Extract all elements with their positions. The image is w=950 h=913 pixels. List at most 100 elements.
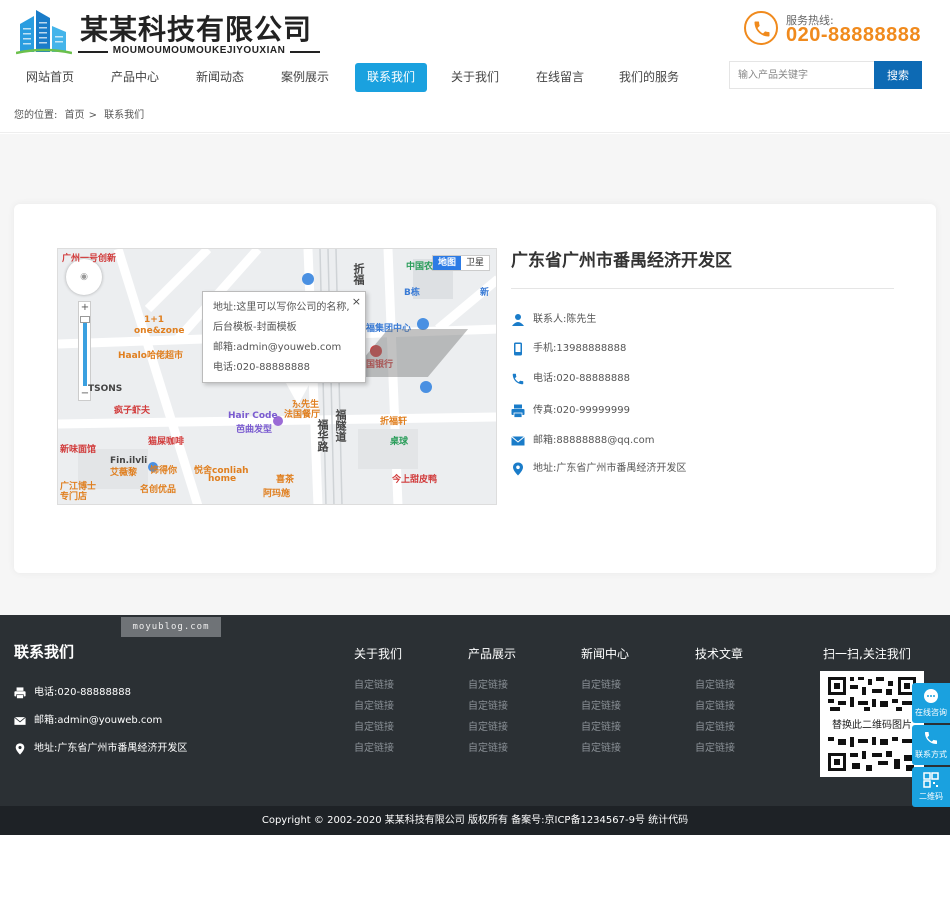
qr-code-icon [828,737,914,771]
popup-phone: 电话:020-88888888 [213,362,310,373]
footer-column-title[interactable]: 技术文章 [695,645,795,675]
map-poi-label: 新味面馆 [60,445,97,455]
footer-link[interactable]: 自定链接 [695,675,795,696]
footer-link[interactable]: 自定链接 [581,675,681,696]
float-contact-label: 联系方式 [915,750,947,759]
map-poi-label: 今上甜皮鸭 [392,475,438,485]
nav-item-contact[interactable]: 联系我们 [355,63,427,92]
footer-link[interactable]: 自定链接 [354,717,454,738]
service-hotline: 服务热线: 020-88888888 [744,10,934,50]
site-header: 某某科技有限公司 MOUMOUMOUMOUKEJIYOUXIAN 服务热线: 0… [0,0,950,100]
contact-title: 广东省广州市番禺经济开发区 [511,244,894,289]
site-logo[interactable]: 某某科技有限公司 MOUMOUMOUMOUKEJIYOUXIAN [16,6,326,60]
search-button[interactable]: 搜索 [874,61,922,89]
footer-link[interactable]: 自定链接 [468,738,568,759]
footer-link[interactable]: 自定链接 [354,675,454,696]
footer-link[interactable]: 自定链接 [695,696,795,717]
breadcrumb-home-link[interactable]: 首页 [65,110,85,121]
building-logo-icon [16,10,72,55]
copyright-bar: Copyright © 2002-2020 某某科技有限公司 版权所有 备案号:… [0,806,950,835]
mail-icon [511,436,525,446]
map-poi-label: 新 [480,288,490,298]
map-poi-label: 阿玛施 [263,489,291,499]
float-contact[interactable]: 联系方式 [912,725,950,765]
map-poi-label: 中国农 [406,262,434,272]
footer-column-title[interactable]: 产品展示 [468,645,568,675]
map-type-map[interactable]: 地图 [432,256,461,270]
phone-icon [744,11,778,45]
popup-tail [286,383,310,405]
map-poi-label: 芭曲发型 [236,425,273,435]
footer-link[interactable]: 自定链接 [695,738,795,759]
zoom-in-button[interactable]: + [79,302,91,314]
footer-link[interactable]: 自定链接 [581,717,681,738]
footer-column-title[interactable]: 新闻中心 [581,645,681,675]
footer-link[interactable]: 自定链接 [468,675,568,696]
footer-column-title[interactable]: 关于我们 [354,645,454,675]
footer-column-products: 产品展示 自定链接 自定链接 自定链接 自定链接 [468,645,568,759]
footer-link[interactable]: 自定链接 [581,696,681,717]
float-qrcode-label: 二维码 [919,792,943,801]
footer-link[interactable]: 自定链接 [581,738,681,759]
footer-column-about: 关于我们 自定链接 自定链接 自定链接 自定链接 [354,645,454,759]
footer-phone: 电话:020-88888888 [34,687,131,698]
map-poi-label: 喜茶 [276,475,295,485]
search-input[interactable] [729,61,874,89]
footer-address: 地址:广东省广州市番禺经济开发区 [34,743,188,754]
footer-link[interactable]: 自定链接 [354,738,454,759]
logo-title: 某某科技有限公司 [80,13,313,46]
nav-item-about[interactable]: 关于我们 [439,63,511,92]
nav-item-products[interactable]: 产品中心 [99,63,171,92]
breadcrumb-prefix: 您的位置: [14,110,58,121]
site-footer: moyublog.com 联系我们 电话:020-88888888 邮箱:adm… [0,615,950,806]
map-poi-label: 艾薇黎 [110,468,138,478]
float-online-consult[interactable]: 在线咨询 [912,683,950,723]
watermark: moyublog.com [121,617,221,637]
nav-item-cases[interactable]: 案例展示 [269,63,341,92]
map-type-satellite[interactable]: 卫星 [461,256,489,270]
map-street-label: 福华路 [316,419,329,452]
map-poi-label: B栋 [404,288,420,298]
breadcrumb-current: 联系我们 [104,110,145,121]
phone-icon [925,732,937,744]
footer-link[interactable]: 自定链接 [468,717,568,738]
contact-address: 地址:广东省广州市番禺经济开发区 [533,463,687,474]
nav-item-home[interactable]: 网站首页 [14,63,86,92]
map-poi-label: 专门店 [60,492,88,502]
search-bar: 搜索 [729,61,923,89]
float-qrcode[interactable]: 二维码 [912,767,950,807]
nav-item-news[interactable]: 新闻动态 [184,63,256,92]
map-poi-label: 饰得你 [150,466,178,476]
contact-mobile: 手机:13988888888 [533,343,627,354]
hotline-number: 020-88888888 [786,24,922,46]
map-poi-label: 广州一号创新 [62,254,117,264]
location-map[interactable]: 地图 卫星 ◉ + − 广州一号创新 1+1 one&zone Haalo哈佬超市… [57,248,497,505]
popup-address: 地址:这里可以写你公司的名称,后台模板-封面模板 [213,302,350,333]
map-type-switch: 地图 卫星 [431,255,490,271]
footer-link[interactable]: 自定链接 [468,696,568,717]
float-consult-label: 在线咨询 [915,708,947,717]
footer-column-articles: 技术文章 自定链接 自定链接 自定链接 自定链接 [695,645,795,759]
map-poi-label: TSONS [88,384,123,394]
logo-subtitle: MOUMOUMOUMOUKEJIYOUXIAN [78,45,320,57]
footer-column-news: 新闻中心 自定链接 自定链接 自定链接 自定链接 [581,645,681,759]
map-compass-control[interactable]: ◉ [66,259,102,295]
qr-placeholder-text: 替换此二维码图片 [832,720,912,731]
contact-email: 邮箱:88888888@qq.com [533,435,655,446]
footer-link[interactable]: 自定链接 [695,717,795,738]
location-pin-icon [15,743,25,755]
map-poi-label: one&zone [134,326,185,336]
qr-code-icon [923,772,939,788]
footer-link[interactable]: 自定链接 [354,696,454,717]
popup-close-icon[interactable]: × [352,292,361,312]
zoom-slider[interactable] [83,316,87,386]
mail-icon [14,716,26,725]
map-poi-label: 名创优品 [140,485,177,495]
zoom-slider-knob[interactable] [80,316,90,323]
footer-contact-title: 联系我们 [14,643,75,661]
nav-item-message[interactable]: 在线留言 [524,63,596,92]
qr-title: 扫一扫,关注我们 [823,647,911,661]
nav-item-services[interactable]: 我们的服务 [609,63,689,92]
map-poi-label: Haalo哈佬超市 [118,351,183,361]
map-poi-label: 猫屎咖啡 [148,437,185,447]
